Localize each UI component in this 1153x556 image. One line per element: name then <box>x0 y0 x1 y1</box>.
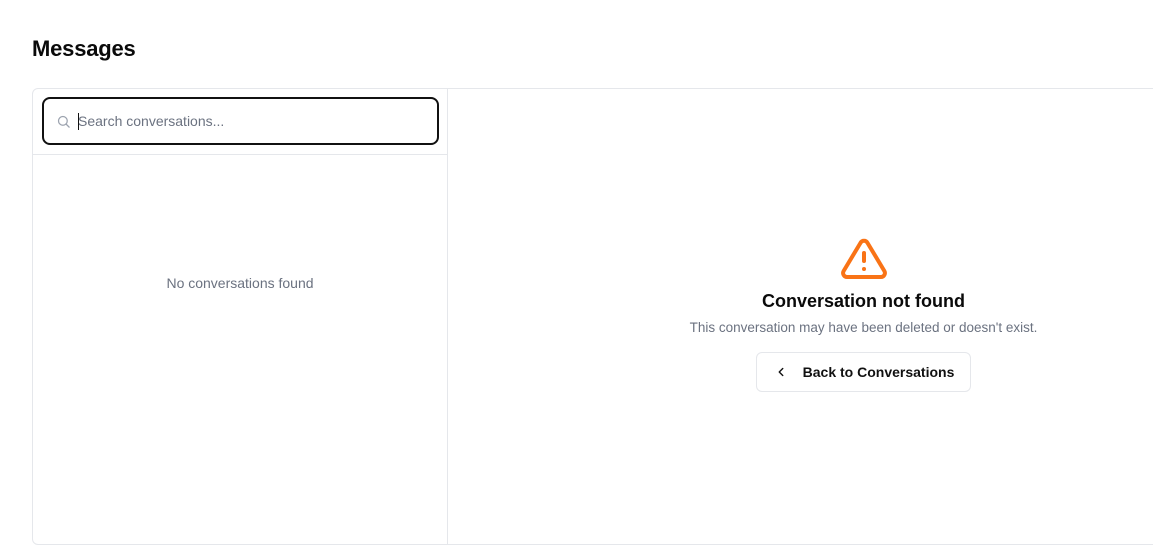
not-found-title: Conversation not found <box>762 291 965 311</box>
conversation-sidebar: No conversations found <box>33 89 448 544</box>
search-wrapper <box>33 89 447 155</box>
back-to-conversations-button[interactable]: Back to Conversations <box>755 352 972 392</box>
search-box[interactable] <box>42 97 439 145</box>
search-input[interactable] <box>44 99 437 143</box>
search-icon <box>55 113 71 129</box>
chevron-left-icon <box>773 364 789 380</box>
conversation-list: No conversations found <box>33 155 447 544</box>
not-found-description: This conversation may have been deleted … <box>689 320 1038 335</box>
warning-triangle-icon <box>840 238 887 279</box>
text-caret <box>78 113 79 130</box>
back-button-label: Back to Conversations <box>802 364 955 380</box>
messages-panel: No conversations found Conversation not … <box>32 88 1153 545</box>
not-found-state: Conversation not found This conversation… <box>448 235 1153 392</box>
empty-list-message: No conversations found <box>166 275 314 291</box>
conversation-view: Conversation not found This conversation… <box>448 89 1153 544</box>
page-title: Messages <box>32 36 136 61</box>
